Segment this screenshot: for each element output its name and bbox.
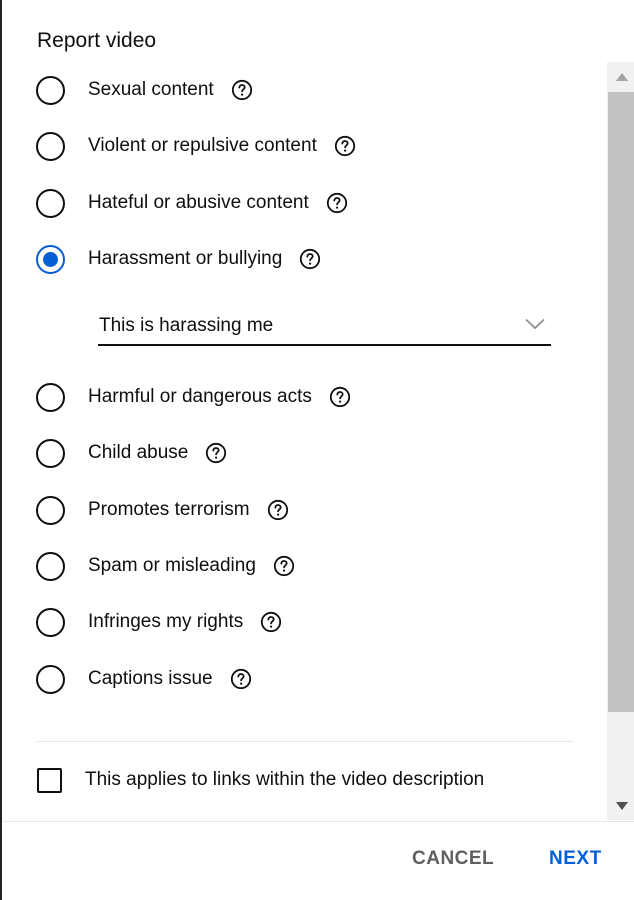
option-spam-misleading[interactable]: Spam or misleading [36,546,295,586]
radio-dot [43,251,58,267]
option-label: Sexual content [88,79,214,100]
option-label: Violent or repulsive content [88,135,317,156]
scroll-down-arrow-icon[interactable] [607,791,634,820]
radio-button[interactable] [36,664,65,694]
option-hateful-content[interactable]: Hateful or abusive content [36,183,348,223]
radio-button[interactable] [36,382,65,412]
scrollbar[interactable] [607,62,634,820]
report-video-dialog: Report video Sexual content Violent or r… [0,0,634,900]
radio-button[interactable] [36,131,65,161]
help-icon[interactable] [231,79,253,101]
option-infringes-rights[interactable]: Infringes my rights [36,602,282,642]
help-icon[interactable] [299,248,321,270]
cancel-button[interactable]: CANCEL [412,848,494,870]
divider [37,741,573,742]
radio-button[interactable] [36,438,65,468]
option-child-abuse[interactable]: Child abuse [36,433,227,473]
links-checkbox-label: This applies to links within the video d… [85,769,485,790]
next-button[interactable]: NEXT [549,848,602,870]
help-icon[interactable] [205,442,227,464]
option-label: Captions issue [88,668,213,689]
option-harmful-dangerous[interactable]: Harmful or dangerous acts [36,377,351,417]
scrollbar-thumb[interactable] [608,92,634,712]
radio-button[interactable] [36,607,65,637]
help-icon[interactable] [260,611,282,633]
option-captions-issue[interactable]: Captions issue [36,659,252,699]
option-label: Hateful or abusive content [88,192,309,213]
links-checkbox-row[interactable]: This applies to links within the video d… [37,766,484,794]
option-violent-content[interactable]: Violent or repulsive content [36,126,356,166]
help-icon[interactable] [329,386,351,408]
help-icon[interactable] [334,135,356,157]
radio-button[interactable] [36,551,65,581]
option-label: Promotes terrorism [88,499,250,520]
dropdown-selected-value: This is harassing me [99,315,274,336]
option-sexual-content[interactable]: Sexual content [36,70,253,110]
radio-button-selected[interactable] [36,244,65,274]
option-promotes-terrorism[interactable]: Promotes terrorism [36,490,289,530]
option-label: Child abuse [88,442,189,463]
radio-button[interactable] [36,495,65,525]
dialog-title: Report video [37,29,157,52]
radio-button[interactable] [36,75,65,105]
option-label: Spam or misleading [88,555,256,576]
option-harassment-bullying[interactable]: Harassment or bullying [36,239,321,279]
help-icon[interactable] [267,499,289,521]
option-label: Infringes my rights [88,611,244,632]
chevron-down-icon [525,317,545,335]
help-icon[interactable] [230,668,252,690]
option-label: Harmful or dangerous acts [88,386,312,407]
help-icon[interactable] [326,192,348,214]
radio-button[interactable] [36,188,65,218]
harassment-reason-dropdown[interactable]: This is harassing me [98,308,551,346]
option-label: Harassment or bullying [88,248,283,269]
footer-divider [2,821,634,822]
help-icon[interactable] [273,555,295,577]
links-checkbox[interactable] [37,767,62,793]
scroll-up-arrow-icon[interactable] [607,62,634,91]
